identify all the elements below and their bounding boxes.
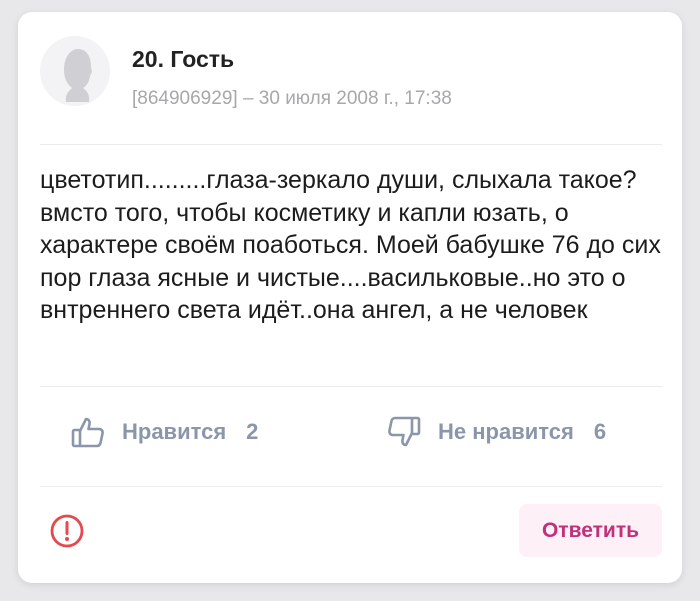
- like-button[interactable]: Нравится 2: [70, 412, 258, 452]
- thumbs-down-icon: [388, 416, 421, 447]
- dislike-button[interactable]: Не нравится 6: [386, 412, 606, 452]
- comment-card: 20. Гость [864906929] – 30 июля 2008 г.,…: [18, 12, 682, 583]
- thumbs-up-icon: [71, 417, 104, 448]
- dislike-label: Не нравится: [438, 419, 574, 444]
- divider: [40, 386, 662, 387]
- like-label: Нравится: [122, 419, 227, 444]
- comment-meta: [864906929] – 30 июля 2008 г., 17:38: [132, 88, 452, 109]
- dislike-count: 6: [593, 419, 607, 444]
- author-name: 20. Гость: [132, 46, 235, 72]
- divider: [40, 144, 662, 145]
- like-count: 2: [246, 419, 259, 444]
- divider: [40, 486, 662, 487]
- avatar-icon: [40, 36, 110, 106]
- reply-button[interactable]: Ответить: [519, 504, 662, 557]
- comment-text: цветотип.........глаза-зеркало души, слы…: [40, 166, 661, 324]
- exclamation-circle-icon[interactable]: [48, 512, 86, 550]
